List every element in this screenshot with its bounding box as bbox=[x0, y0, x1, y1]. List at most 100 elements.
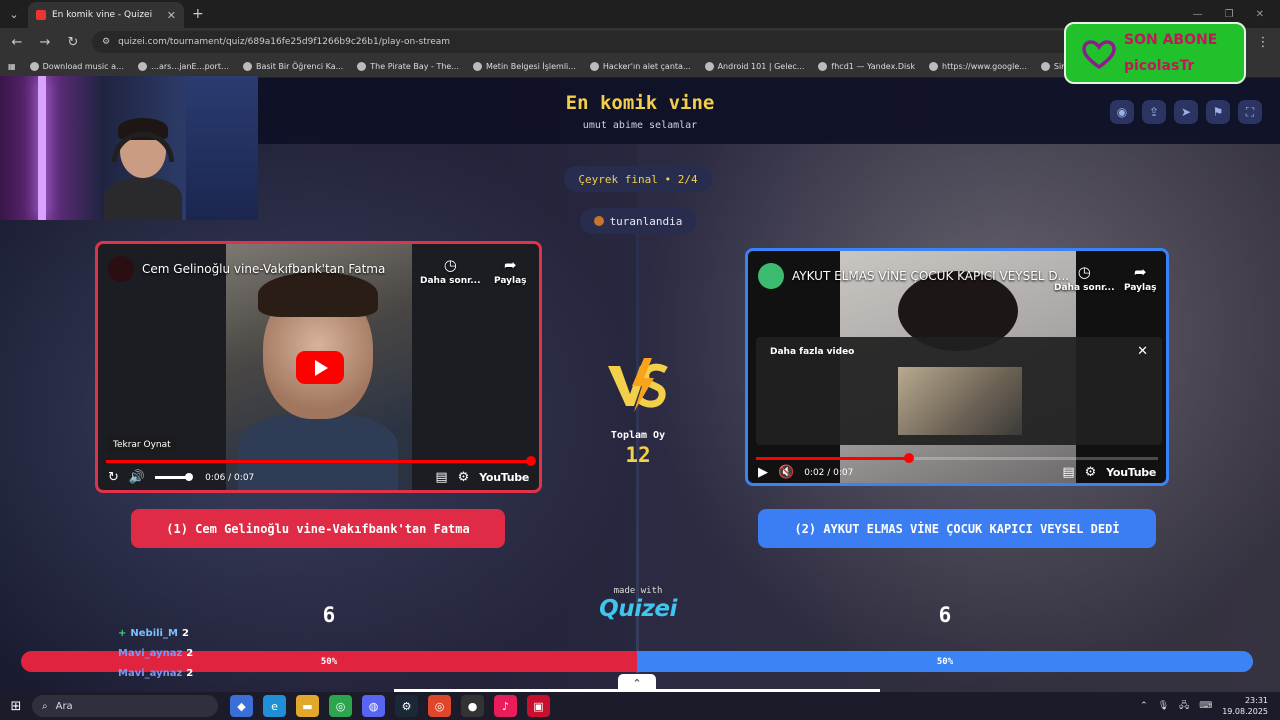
site-info-icon[interactable]: ⚙ bbox=[102, 37, 110, 47]
chat-username: Nebili_M bbox=[130, 628, 178, 639]
share-icon[interactable]: ⇪ bbox=[1142, 100, 1166, 124]
network-icon[interactable]: 🖧 bbox=[1179, 698, 1189, 714]
chat-vote-count: 2 bbox=[181, 628, 189, 639]
bookmark-favicon-icon bbox=[1040, 62, 1050, 71]
close-tab-icon[interactable]: ✕ bbox=[167, 9, 176, 22]
maximize-icon[interactable]: ❐ bbox=[1225, 9, 1234, 20]
right-video-player[interactable]: AYKUT ELMAS VİNE ÇOCUK KAPICI VEYSEL D..… bbox=[745, 248, 1169, 486]
new-tab-icon[interactable]: + bbox=[192, 6, 204, 22]
quizei-logo[interactable]: Quizei bbox=[590, 596, 686, 622]
chrome-profile-icon[interactable]: ◎ bbox=[428, 695, 451, 717]
browser-menu-icon[interactable]: ⋮ bbox=[1254, 35, 1272, 50]
subtitles-icon[interactable]: ▤ bbox=[435, 470, 447, 485]
watch-later-label: Daha sonr... bbox=[1054, 283, 1115, 293]
option-1-button[interactable]: (1) Cem Gelinoğlu vine-Vakıfbank'tan Fat… bbox=[131, 509, 505, 548]
watch-later-button[interactable]: ◷ Daha sonr... bbox=[1054, 263, 1115, 293]
replay-icon[interactable]: ↻ bbox=[108, 470, 119, 485]
last-subscriber-widget: SON ABONE picolasTr bbox=[1064, 22, 1246, 84]
muted-icon[interactable]: 🔇 bbox=[778, 465, 794, 480]
made-with-label: made with bbox=[613, 586, 663, 596]
round-badge: Çeyrek final • 2/4 bbox=[564, 166, 712, 192]
tab-search-chevron-icon[interactable]: ⌄ bbox=[0, 0, 28, 28]
tab-title: En komik vine - Quizei bbox=[52, 10, 153, 20]
bookmark-item[interactable]: Basit Bir Öğrenci Ka... bbox=[242, 62, 343, 71]
bookmark-item[interactable]: fhcd1 — Yandex.Disk bbox=[818, 62, 915, 71]
streamer-webcam bbox=[0, 76, 258, 220]
send-icon[interactable]: ➤ bbox=[1174, 100, 1198, 124]
copilot-icon[interactable]: ◆ bbox=[230, 695, 253, 717]
taskbar-apps: ◆ e ▬ ◎ ◍ ⚙ ◎ ● ♪ ▣ bbox=[230, 695, 550, 717]
last-subscriber-name: picolasTr bbox=[1124, 58, 1195, 74]
right-video-title[interactable]: AYKUT ELMAS VİNE ÇOCUK KAPICI VEYSEL D..… bbox=[792, 269, 1069, 283]
steam-icon[interactable]: ⚙ bbox=[395, 695, 418, 717]
microphone-icon[interactable]: 🎙 bbox=[1158, 701, 1169, 711]
progress-knob[interactable] bbox=[526, 456, 536, 466]
address-bar[interactable]: ⚙ quizei.com/tournament/quiz/689a16fe25d… bbox=[92, 31, 1092, 53]
reload-icon[interactable]: ↻ bbox=[64, 35, 82, 50]
share-arrow-icon: ➦ bbox=[1133, 263, 1147, 281]
share-video-button[interactable]: ➦ Paylaş bbox=[1124, 263, 1157, 293]
left-video-title[interactable]: Cem Gelinoğlu vine-Vakıfbank'tan Fatma bbox=[142, 262, 385, 276]
keyboard-icon[interactable]: ⌨ bbox=[1199, 701, 1212, 711]
play-button[interactable] bbox=[296, 351, 344, 384]
app-icon[interactable]: ▣ bbox=[527, 695, 550, 717]
bookmark-item[interactable]: https://www.google... bbox=[929, 62, 1027, 71]
left-time: 0:06 / 0:07 bbox=[205, 472, 255, 483]
edge-icon[interactable]: e bbox=[263, 695, 286, 717]
option-2-vote-bar: 50% bbox=[637, 651, 1253, 672]
bookmark-item[interactable]: Metin Belgesi İşlemli... bbox=[472, 62, 576, 71]
tiktok-icon[interactable]: ♪ bbox=[494, 695, 517, 717]
suggested-video-thumbnail[interactable] bbox=[898, 367, 1022, 435]
option-2-percent: 50% bbox=[936, 656, 954, 667]
taskbar-clock[interactable]: 23:31 19.08.2025 bbox=[1222, 695, 1268, 717]
chat-username: Mavi_aynaz bbox=[118, 668, 183, 679]
eye-icon[interactable]: ◉ bbox=[1110, 100, 1134, 124]
share-video-button[interactable]: ➦ Paylaş bbox=[494, 256, 527, 286]
close-icon[interactable]: ✕ bbox=[1137, 344, 1148, 359]
forward-icon[interactable]: → bbox=[36, 35, 54, 50]
heart-icon bbox=[1082, 40, 1116, 70]
channel-avatar[interactable] bbox=[108, 256, 134, 282]
windows-start-icon[interactable]: ⊞ bbox=[0, 699, 32, 714]
right-progress-bar[interactable] bbox=[756, 453, 1158, 463]
bookmark-item[interactable]: The Pirate Bay - The... bbox=[357, 62, 459, 71]
left-progress-bar[interactable] bbox=[106, 456, 536, 466]
quizei-favicon-icon bbox=[36, 10, 46, 20]
replay-tooltip: Tekrar Oynat bbox=[107, 436, 177, 454]
apps-grid-icon[interactable]: ▦ bbox=[8, 62, 16, 71]
progress-fill bbox=[106, 460, 531, 463]
settings-icon[interactable]: ⚙ bbox=[1085, 465, 1097, 480]
bookmark-item[interactable]: …ars…janE…port… bbox=[137, 62, 229, 71]
browser-tab[interactable]: En komik vine - Quizei ✕ bbox=[28, 2, 184, 28]
youtube-logo[interactable]: YouTube bbox=[479, 471, 529, 484]
settings-icon[interactable]: ⚙ bbox=[458, 470, 470, 485]
minimize-icon[interactable]: — bbox=[1193, 9, 1203, 20]
url-text: quizei.com/tournament/quiz/689a16fe25d9f… bbox=[118, 37, 451, 47]
bookmark-item[interactable]: Download music a… bbox=[29, 62, 124, 71]
streamer-avatar bbox=[593, 216, 604, 226]
play-icon[interactable]: ▶ bbox=[758, 465, 768, 480]
bookmark-item[interactable]: Hacker'ın alet çanta... bbox=[589, 62, 691, 71]
subtitles-icon[interactable]: ▤ bbox=[1062, 465, 1074, 480]
channel-avatar[interactable] bbox=[758, 263, 784, 289]
chrome-icon[interactable]: ◎ bbox=[329, 695, 352, 717]
file-explorer-icon[interactable]: ▬ bbox=[296, 695, 319, 717]
right-player-controls: ▶ 🔇 0:02 / 0:07 ▤ ⚙ YouTube bbox=[758, 465, 1156, 480]
close-window-icon[interactable]: ✕ bbox=[1256, 9, 1264, 20]
tray-expand-icon[interactable]: ⌃ bbox=[1140, 701, 1148, 711]
flag-icon[interactable]: ⚑ bbox=[1206, 100, 1230, 124]
left-video-player[interactable]: Cem Gelinoğlu vine-Vakıfbank'tan Fatma ◷… bbox=[95, 241, 542, 493]
back-icon[interactable]: ← bbox=[8, 35, 26, 50]
bookmark-item[interactable]: Android 101 | Gelec... bbox=[704, 62, 804, 71]
youtube-logo[interactable]: YouTube bbox=[1106, 466, 1156, 479]
progress-knob[interactable] bbox=[903, 453, 914, 463]
discord-icon[interactable]: ◍ bbox=[362, 695, 385, 717]
right-time: 0:02 / 0:07 bbox=[804, 467, 854, 478]
volume-slider[interactable] bbox=[155, 473, 194, 481]
volume-icon[interactable]: 🔊 bbox=[129, 470, 145, 485]
option-2-button[interactable]: (2) AYKUT ELMAS VİNE ÇOCUK KAPICI VEYSEL… bbox=[758, 509, 1156, 548]
obs-icon[interactable]: ● bbox=[461, 695, 484, 717]
fullscreen-icon[interactable]: ⛶ bbox=[1238, 100, 1262, 124]
taskbar-search[interactable]: ⌕ Ara bbox=[32, 695, 218, 717]
watch-later-button[interactable]: ◷ Daha sonr... bbox=[420, 256, 481, 286]
